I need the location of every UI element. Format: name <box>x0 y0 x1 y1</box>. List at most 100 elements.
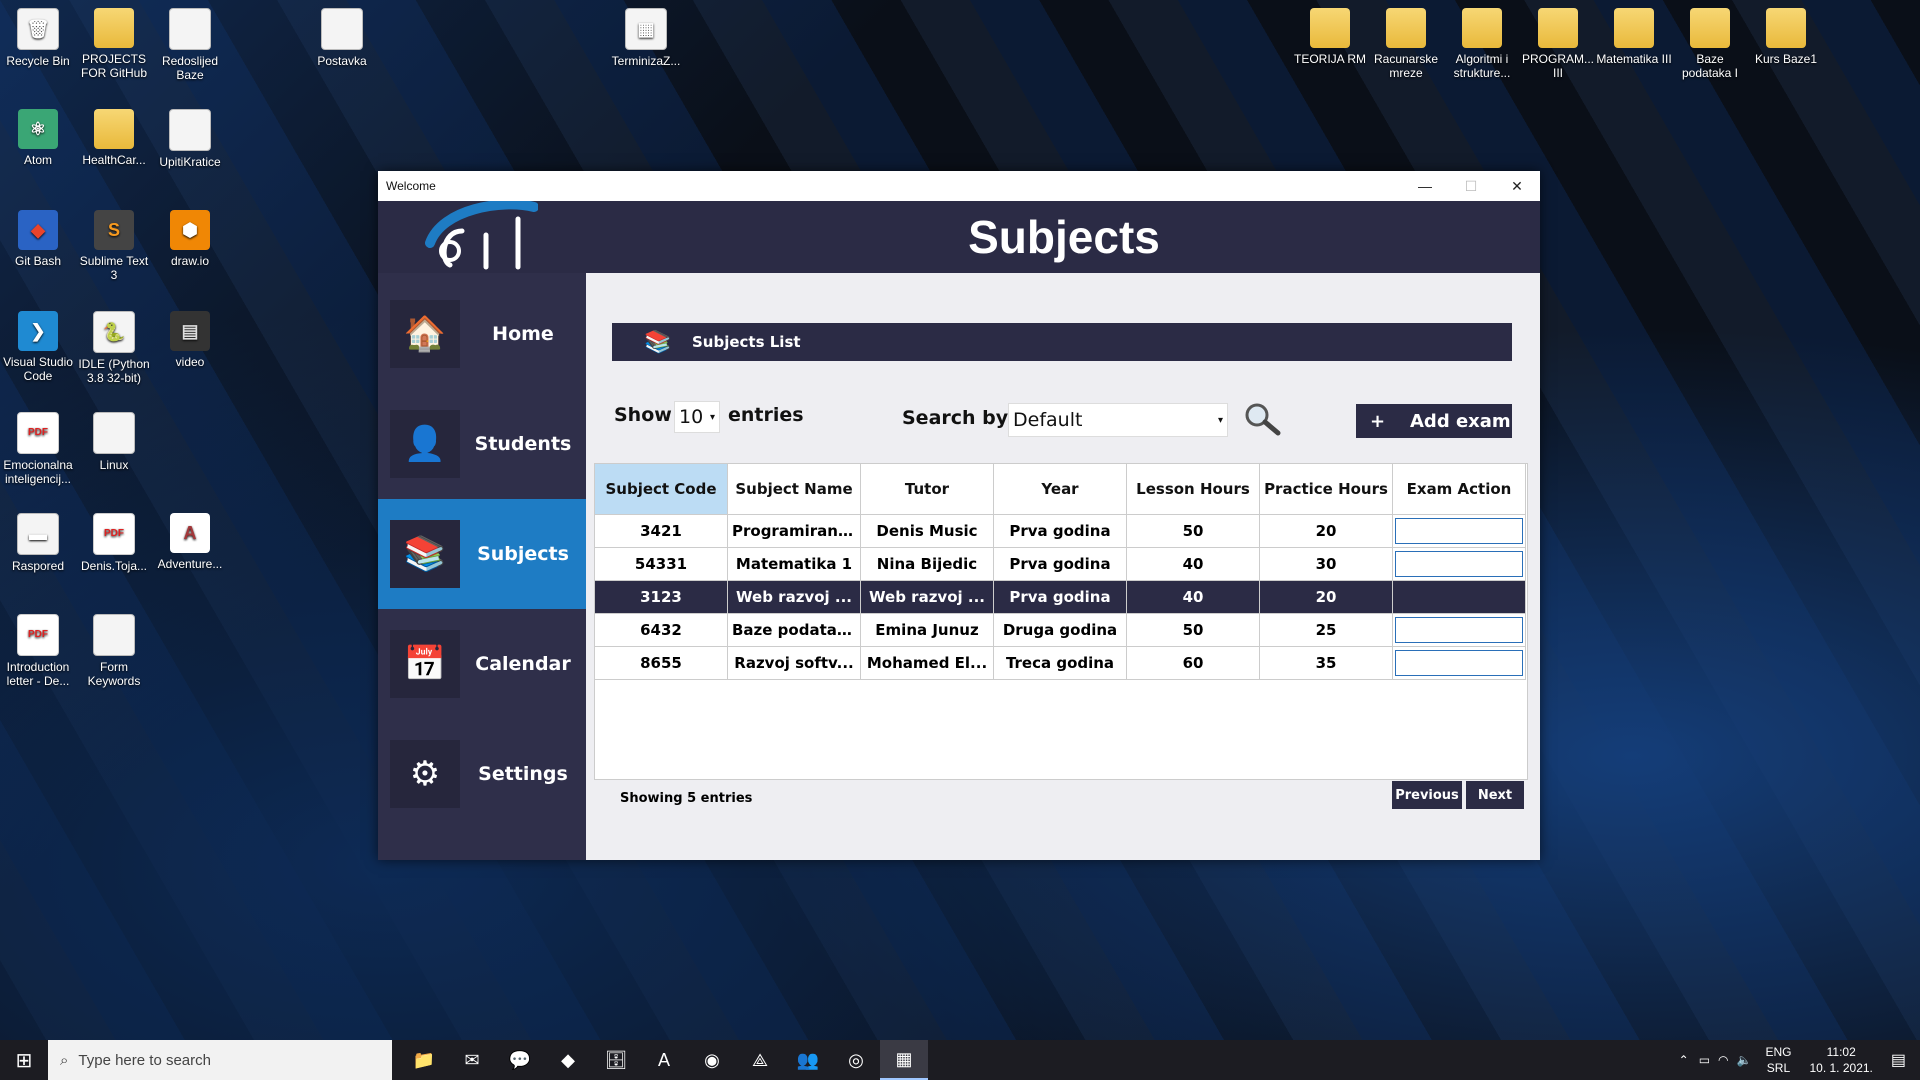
desktop-icon[interactable]: Racunarske mreze <box>1368 8 1444 80</box>
app-icon[interactable]: ◉ <box>688 1040 736 1080</box>
battery-icon[interactable]: ▭ <box>1699 1053 1710 1067</box>
close-button[interactable]: ✕ <box>1494 171 1540 201</box>
desktop-icon[interactable]: Postavka <box>304 8 380 68</box>
search-icon[interactable] <box>1242 401 1282 437</box>
desktop-icon-label: Raspored <box>11 559 65 573</box>
desktop-icon[interactable]: PROGRAM... III <box>1520 8 1596 80</box>
table-row[interactable]: 3123 Web razvoj ... Web razvoj ... Prva god… <box>594 580 1526 614</box>
window-titlebar[interactable]: Welcome — ☐ ✕ <box>378 171 1540 201</box>
exam-action-field[interactable] <box>1395 584 1523 610</box>
file-explorer-icon[interactable]: 📁 <box>400 1040 448 1080</box>
desktop-icon[interactable]: ⬢ draw.io <box>152 210 228 268</box>
mail-icon[interactable]: ✉ <box>448 1040 496 1080</box>
sidebar-item-calendar[interactable]: 📅 Calendar <box>378 609 586 719</box>
desktop-icon-label: Baze podataka I <box>1681 52 1739 80</box>
books-icon: 📚 <box>390 520 460 588</box>
next-button[interactable]: Next <box>1466 781 1524 809</box>
git-icon[interactable]: ◆ <box>544 1040 592 1080</box>
desktop-icon[interactable]: ◆ Git Bash <box>0 210 76 268</box>
desktop-icon-image: 🐍 <box>93 311 135 353</box>
taskbar-search[interactable]: ⌕ Type here to search <box>48 1040 392 1080</box>
welcome-app-icon[interactable]: ▦ <box>880 1040 928 1080</box>
exam-action-field[interactable] <box>1395 617 1523 643</box>
database-icon[interactable]: 🗄 <box>592 1040 640 1080</box>
teams-icon[interactable]: 👥 <box>784 1040 832 1080</box>
discord-icon[interactable]: 💬 <box>496 1040 544 1080</box>
desktop-icon[interactable]: HealthCar... <box>76 109 152 167</box>
desktop-icon[interactable]: PROJECTS FOR GitHub <box>76 8 152 80</box>
desktop-icon[interactable]: ▬ Raspored <box>0 513 76 573</box>
desktop-icon[interactable]: Redoslijed Baze <box>152 8 228 82</box>
desktop-icon[interactable]: 🐍 IDLE (Python 3.8 32-bit) <box>76 311 152 385</box>
desktop-icon[interactable]: ▤ video <box>152 311 228 369</box>
desktop-icon-image: ❯ <box>18 311 58 351</box>
desktop-icon[interactable]: Linux <box>76 412 152 472</box>
desktop-icon[interactable]: ❯ Visual Studio Code <box>0 311 76 383</box>
desktop-icon[interactable]: PDF Emocionalna inteligencij... <box>0 412 76 486</box>
desktop-icon-image: PDF <box>93 513 135 555</box>
exam-action-field[interactable] <box>1395 518 1523 544</box>
windows-start-button[interactable]: ⊞ <box>0 1040 48 1080</box>
column-header[interactable]: Subject Code <box>594 463 728 515</box>
exam-action-field[interactable] <box>1395 650 1523 676</box>
table-cell: Web razvoj ... <box>727 580 861 614</box>
language-indicator[interactable]: ENG SRL <box>1765 1044 1791 1076</box>
visual-studio-icon[interactable]: ⟁ <box>736 1040 784 1080</box>
table-row[interactable]: 54331 Matematika 1 Nina Bijedic Prva godina… <box>594 547 1526 581</box>
desktop-icon[interactable]: Kurs Baze1 <box>1748 8 1824 66</box>
sidebar-item-settings[interactable]: ⚙ Settings <box>378 719 586 829</box>
column-header[interactable]: Subject Name <box>727 463 861 515</box>
desktop-icon[interactable]: PDF Denis.Toja... <box>76 513 152 573</box>
desktop-icon[interactable]: Algoritmi i strukture... <box>1444 8 1520 80</box>
desktop-icon-image <box>1690 8 1730 48</box>
previous-button[interactable]: Previous <box>1392 781 1462 809</box>
entries-select[interactable]: 10 ▾ <box>674 401 720 433</box>
table-cell: 3421 <box>594 514 728 548</box>
desktop-icon[interactable]: A Adventure... <box>152 513 228 571</box>
access-icon[interactable]: A <box>640 1040 688 1080</box>
table-row[interactable]: 3421 Programiranj... Denis Music Prva godin… <box>594 514 1526 548</box>
desktop-icon[interactable]: 🗑 Recycle Bin <box>0 8 76 68</box>
desktop-icon[interactable]: Baze podataka I <box>1672 8 1748 80</box>
desktop-icon[interactable]: TEORIJA RM <box>1292 8 1368 66</box>
column-header[interactable]: Practice Hours <box>1259 463 1393 515</box>
desktop-icon[interactable]: PDF Introduction letter - De... <box>0 614 76 688</box>
volume-icon[interactable]: 🔈 <box>1737 1053 1752 1067</box>
desktop-icon[interactable]: Matematika III <box>1596 8 1672 66</box>
add-exam-button[interactable]: + Add exam <box>1356 404 1512 438</box>
chrome-icon[interactable]: ◎ <box>832 1040 880 1080</box>
sidebar-item-students[interactable]: 👤 Students <box>378 389 586 499</box>
table-row[interactable]: 6432 Baze podataka Emina Junuz Druga godina… <box>594 613 1526 647</box>
desktop-icon[interactable]: ⚛ Atom <box>0 109 76 167</box>
desktop-icon-label: Kurs Baze1 <box>1754 52 1818 66</box>
desktop-icon-image <box>93 412 135 454</box>
table-row[interactable]: 8655 Razvoj softv... Mohamed El... Treca go… <box>594 646 1526 680</box>
desktop-icon[interactable]: ▦ TerminizaZ... <box>608 8 684 68</box>
column-header[interactable]: Tutor <box>860 463 994 515</box>
column-header[interactable]: Year <box>993 463 1127 515</box>
sidebar-item-home[interactable]: 🏠 Home <box>378 279 586 389</box>
minimize-button[interactable]: — <box>1402 171 1448 201</box>
clock[interactable]: 11:02 10. 1. 2021. <box>1809 1044 1872 1076</box>
table-cell: 50 <box>1126 514 1260 548</box>
desktop-icon[interactable]: Form Keywords <box>76 614 152 688</box>
search-by-value: Default <box>1013 409 1083 431</box>
desktop-icon[interactable]: S Sublime Text 3 <box>76 210 152 282</box>
chevron-up-icon[interactable]: ⌃ <box>1679 1053 1689 1067</box>
notifications-icon[interactable]: ▤ <box>1891 1050 1906 1070</box>
exam-action-cell <box>1392 646 1526 680</box>
desktop-icon[interactable]: UpitiKratice <box>152 109 228 169</box>
desktop-icon-label: video <box>175 355 205 369</box>
desktop-icon-image: ⚛ <box>18 109 58 149</box>
column-header[interactable]: Exam Action <box>1392 463 1526 515</box>
desktop-icon-label: Linux <box>99 458 129 472</box>
sidebar-item-subjects[interactable]: 📚 Subjects <box>378 499 586 609</box>
window-title: Welcome <box>386 179 436 193</box>
maximize-button[interactable]: ☐ <box>1448 171 1494 201</box>
wifi-icon[interactable]: ◠ <box>1718 1053 1728 1067</box>
search-by-select[interactable]: Default ▾ <box>1008 403 1228 437</box>
desktop-icon-label: UpitiKratice <box>159 155 221 169</box>
column-header[interactable]: Lesson Hours <box>1126 463 1260 515</box>
desktop-icon-image <box>94 109 134 149</box>
exam-action-field[interactable] <box>1395 551 1523 577</box>
